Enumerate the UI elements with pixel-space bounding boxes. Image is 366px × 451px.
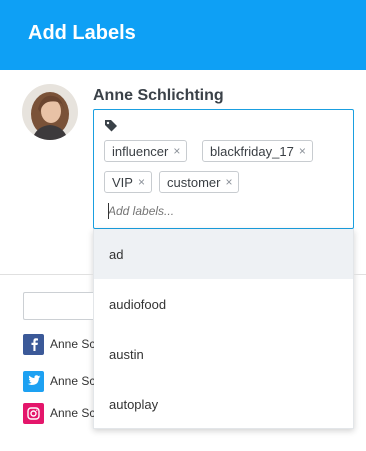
instagram-icon bbox=[23, 402, 44, 424]
dialog-title: Add Labels bbox=[28, 22, 136, 44]
label-chip-vip: VIP × bbox=[104, 171, 152, 193]
contact-name: Anne Schlichting bbox=[93, 87, 224, 104]
account-name: Anne Sc bbox=[50, 337, 94, 351]
dialog-header: Add Labels bbox=[0, 0, 366, 70]
account-row-instagram[interactable]: Anne Sc bbox=[23, 402, 94, 424]
remove-label-button[interactable]: × bbox=[138, 175, 145, 189]
remove-label-button[interactable]: × bbox=[299, 144, 306, 158]
remove-label-button[interactable]: × bbox=[173, 144, 180, 158]
avatar bbox=[22, 84, 78, 140]
divider bbox=[354, 274, 366, 275]
label-chip-blackfriday-17: blackfriday_17 × bbox=[202, 140, 313, 162]
twitter-icon bbox=[23, 370, 44, 392]
label-chip-text: blackfriday_17 bbox=[210, 143, 294, 159]
label-chip-influencer: influencer × bbox=[104, 140, 188, 162]
suggestion-item[interactable]: audiofood bbox=[94, 279, 353, 329]
divider bbox=[0, 274, 93, 275]
label-chip-text: VIP bbox=[112, 174, 133, 190]
label-chip-customer: customer × bbox=[159, 171, 240, 193]
suggestion-item[interactable]: ad bbox=[94, 229, 353, 279]
label-suggestions-dropdown: ad audiofood austin autoplay bbox=[93, 229, 354, 429]
suggestion-item[interactable]: austin bbox=[94, 329, 353, 379]
label-chip-text: customer bbox=[167, 174, 221, 190]
text-caret bbox=[108, 203, 109, 219]
account-row-twitter[interactable]: Anne Sc bbox=[23, 370, 94, 392]
account-name: Anne Sc bbox=[50, 406, 94, 420]
suggestion-item[interactable]: autoplay bbox=[94, 379, 353, 429]
tag-icon bbox=[105, 120, 117, 132]
label-chip-text: influencer bbox=[112, 143, 169, 159]
account-row-facebook[interactable]: Anne Sc bbox=[23, 333, 94, 355]
account-name: Anne Sc bbox=[50, 374, 94, 388]
remove-label-button[interactable]: × bbox=[225, 175, 232, 189]
facebook-icon bbox=[23, 333, 44, 355]
add-labels-input[interactable] bbox=[108, 202, 308, 220]
labels-field[interactable]: influencer × blackfriday_17 × VIP × cust… bbox=[93, 109, 354, 229]
account-filter-input[interactable] bbox=[23, 292, 93, 320]
